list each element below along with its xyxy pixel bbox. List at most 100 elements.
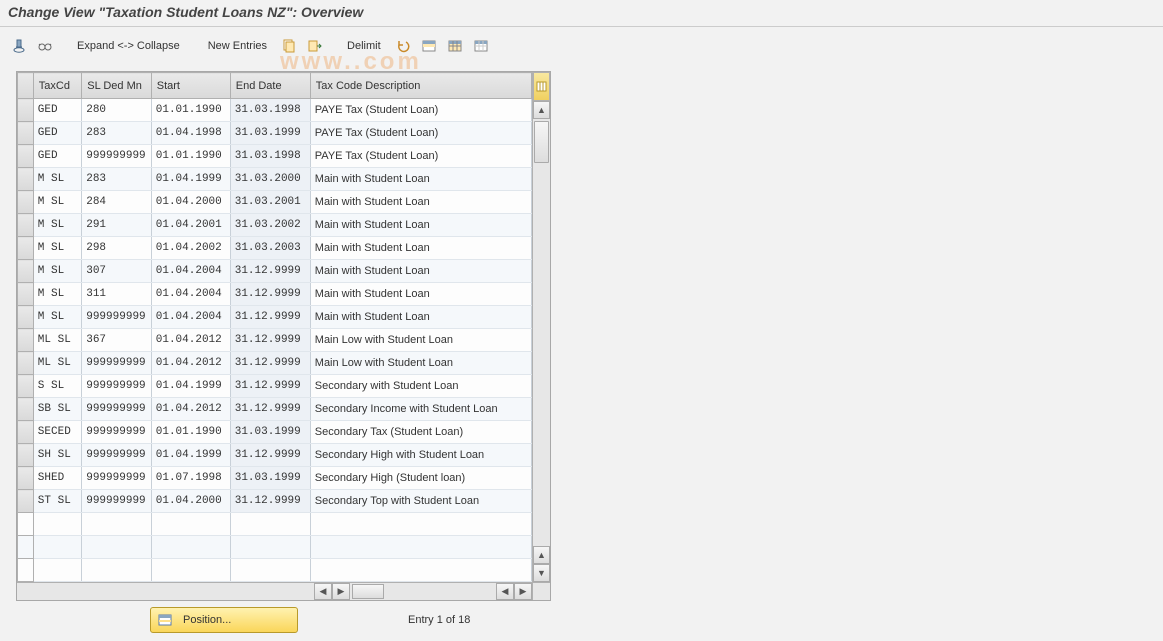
cell-start[interactable] (151, 559, 230, 582)
cell-enddate[interactable]: 31.03.2002 (230, 214, 310, 237)
table-deselect-icon[interactable] (470, 35, 492, 57)
cell-description[interactable]: Main with Student Loan (310, 214, 531, 237)
cell-taxcd[interactable]: M SL (33, 191, 81, 214)
cell-taxcd[interactable]: S SL (33, 375, 81, 398)
cell-taxcd[interactable]: SB SL (33, 398, 81, 421)
row-selector[interactable] (18, 559, 34, 582)
cell-sldedmn[interactable]: 283 (82, 122, 152, 145)
cell-taxcd[interactable] (33, 559, 81, 582)
cell-enddate[interactable]: 31.03.2003 (230, 237, 310, 260)
table-row[interactable]: ST SL99999999901.04.200031.12.9999Second… (18, 490, 532, 513)
cell-start[interactable]: 01.04.2012 (151, 329, 230, 352)
undo-icon[interactable] (392, 35, 414, 57)
hscroll-thumb[interactable] (352, 584, 384, 599)
cell-start[interactable]: 01.01.1990 (151, 421, 230, 444)
cell-sldedmn[interactable]: 999999999 (82, 444, 152, 467)
table-row[interactable]: M SL99999999901.04.200431.12.9999Main wi… (18, 306, 532, 329)
row-selector[interactable] (18, 444, 34, 467)
cell-start[interactable]: 01.04.2012 (151, 352, 230, 375)
cell-description[interactable]: Secondary Top with Student Loan (310, 490, 531, 513)
row-selector[interactable] (18, 214, 34, 237)
copy-icon[interactable] (278, 35, 300, 57)
table-row[interactable]: M SL30701.04.200431.12.9999Main with Stu… (18, 260, 532, 283)
table-row[interactable]: S SL99999999901.04.199931.12.9999Seconda… (18, 375, 532, 398)
cell-sldedmn[interactable] (82, 559, 152, 582)
scroll-down-icon[interactable]: ▼ (533, 564, 550, 582)
row-selector[interactable] (18, 99, 34, 122)
cell-description[interactable]: Main with Student Loan (310, 260, 531, 283)
cell-taxcd[interactable]: M SL (33, 214, 81, 237)
row-selector[interactable] (18, 122, 34, 145)
cell-sldedmn[interactable] (82, 513, 152, 536)
cell-sldedmn[interactable]: 284 (82, 191, 152, 214)
vertical-scrollbar[interactable]: ▲ ▲ ▼ (532, 72, 550, 582)
scroll-track[interactable] (533, 119, 550, 546)
cell-taxcd[interactable]: ML SL (33, 352, 81, 375)
table-row[interactable]: SB SL99999999901.04.201231.12.9999Second… (18, 398, 532, 421)
row-selector[interactable] (18, 145, 34, 168)
cell-sldedmn[interactable]: 999999999 (82, 467, 152, 490)
cell-taxcd[interactable]: SECED (33, 421, 81, 444)
col-start[interactable]: Start (151, 73, 230, 99)
cell-description[interactable] (310, 513, 531, 536)
configure-columns-icon[interactable] (533, 72, 550, 101)
row-selector[interactable] (18, 490, 34, 513)
col-description[interactable]: Tax Code Description (310, 73, 531, 99)
cell-enddate[interactable]: 31.12.9999 (230, 306, 310, 329)
col-taxcd[interactable]: TaxCd (33, 73, 81, 99)
cell-enddate[interactable]: 31.12.9999 (230, 260, 310, 283)
cell-description[interactable]: Secondary High (Student loan) (310, 467, 531, 490)
cell-description[interactable] (310, 536, 531, 559)
position-button[interactable]: Position... (150, 607, 298, 633)
glasses-icon[interactable] (34, 35, 56, 57)
row-selector[interactable] (18, 352, 34, 375)
cell-sldedmn[interactable]: 280 (82, 99, 152, 122)
cell-sldedmn[interactable]: 999999999 (82, 352, 152, 375)
table-row[interactable]: M SL28401.04.200031.03.2001Main with Stu… (18, 191, 532, 214)
cell-description[interactable]: Main with Student Loan (310, 191, 531, 214)
cell-enddate[interactable]: 31.03.2001 (230, 191, 310, 214)
scroll-left-icon[interactable]: ◀ (314, 583, 332, 600)
table-row[interactable]: GED28301.04.199831.03.1999PAYE Tax (Stud… (18, 122, 532, 145)
cell-sldedmn[interactable]: 999999999 (82, 490, 152, 513)
table-row[interactable] (18, 536, 532, 559)
scroll-right-icon[interactable]: ▶ (332, 583, 350, 600)
cell-sldedmn[interactable]: 999999999 (82, 145, 152, 168)
cell-enddate[interactable]: 31.03.1999 (230, 421, 310, 444)
cell-sldedmn[interactable]: 307 (82, 260, 152, 283)
row-selector[interactable] (18, 191, 34, 214)
row-selector[interactable] (18, 168, 34, 191)
cell-enddate[interactable]: 31.12.9999 (230, 490, 310, 513)
cell-enddate[interactable]: 31.03.2000 (230, 168, 310, 191)
cell-enddate[interactable] (230, 559, 310, 582)
cell-taxcd[interactable]: ML SL (33, 329, 81, 352)
table-row[interactable]: GED99999999901.01.199031.03.1998PAYE Tax… (18, 145, 532, 168)
select-all-header[interactable] (18, 73, 34, 99)
cell-description[interactable]: Secondary Tax (Student Loan) (310, 421, 531, 444)
row-selector[interactable] (18, 421, 34, 444)
cell-start[interactable]: 01.04.1999 (151, 375, 230, 398)
cell-start[interactable]: 01.04.1998 (151, 122, 230, 145)
row-selector[interactable] (18, 283, 34, 306)
cell-taxcd[interactable]: GED (33, 145, 81, 168)
row-selector[interactable] (18, 260, 34, 283)
cell-description[interactable]: Main with Student Loan (310, 237, 531, 260)
cell-description[interactable]: Main with Student Loan (310, 306, 531, 329)
toggle-display-icon[interactable] (8, 35, 30, 57)
table-select-all-icon[interactable] (444, 35, 466, 57)
cell-sldedmn[interactable]: 291 (82, 214, 152, 237)
new-entries-button[interactable]: New Entries (201, 33, 274, 59)
cell-enddate[interactable]: 31.12.9999 (230, 444, 310, 467)
cell-sldedmn[interactable]: 283 (82, 168, 152, 191)
cell-description[interactable]: Main Low with Student Loan (310, 329, 531, 352)
cell-sldedmn[interactable]: 298 (82, 237, 152, 260)
cell-taxcd[interactable]: M SL (33, 306, 81, 329)
cell-taxcd[interactable]: SHED (33, 467, 81, 490)
cell-enddate[interactable]: 31.03.1998 (230, 145, 310, 168)
scroll-up-icon[interactable]: ▲ (533, 101, 550, 119)
table-select-icon[interactable] (418, 35, 440, 57)
cell-description[interactable] (310, 559, 531, 582)
cell-taxcd[interactable] (33, 536, 81, 559)
cell-enddate[interactable] (230, 536, 310, 559)
cell-description[interactable]: Secondary High with Student Loan (310, 444, 531, 467)
